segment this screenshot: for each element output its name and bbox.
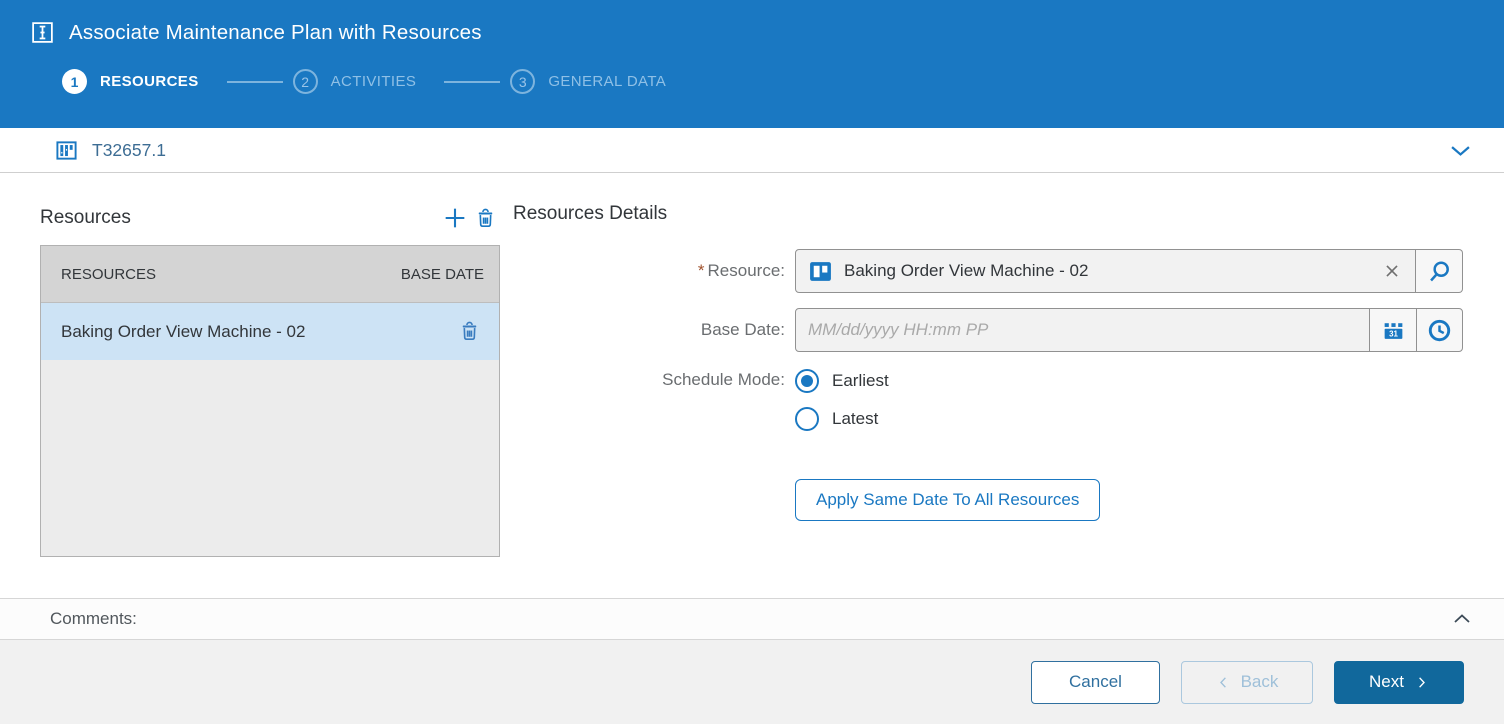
- clear-resource-icon[interactable]: [1381, 260, 1403, 282]
- calendar-picker-button[interactable]: 31: [1370, 308, 1417, 352]
- back-button[interactable]: Back: [1181, 661, 1313, 704]
- step-connector: [444, 81, 500, 83]
- plan-id[interactable]: T32657.1: [92, 140, 166, 161]
- column-header-base-date: BASE DATE: [401, 266, 484, 283]
- step-resources[interactable]: 1 RESOURCES: [62, 69, 199, 94]
- chevron-down-icon[interactable]: [1447, 137, 1474, 164]
- comments-label: Comments:: [50, 609, 137, 629]
- resources-table: RESOURCES BASE DATE Baking Order View Ma…: [40, 245, 500, 557]
- radio-earliest[interactable]: Earliest: [795, 369, 889, 393]
- cancel-button[interactable]: Cancel: [1031, 661, 1160, 704]
- plan-bar: T32657.1: [0, 128, 1504, 173]
- step-label: RESOURCES: [100, 73, 199, 90]
- resources-list-section: Resources: [40, 199, 500, 598]
- dialog-footer: Cancel Back Next: [0, 640, 1504, 724]
- svg-text:31: 31: [1389, 329, 1398, 338]
- comments-bar: Comments:: [0, 598, 1504, 640]
- resource-field-row: *Resource: Baking Order View Machine - 0…: [513, 249, 1463, 293]
- step-general-data[interactable]: 3 GENERAL DATA: [510, 69, 666, 94]
- dialog-header: Associate Maintenance Plan with Resource…: [0, 0, 1504, 128]
- details-title: Resources Details: [513, 203, 1463, 225]
- page-title: Associate Maintenance Plan with Resource…: [69, 21, 482, 45]
- main-content: Resources: [0, 173, 1504, 598]
- row-delete-button[interactable]: [454, 317, 484, 347]
- step-connector: [227, 81, 283, 83]
- step-number: 2: [293, 69, 318, 94]
- base-date-field-row: Base Date: 31: [513, 308, 1463, 352]
- delete-resource-button[interactable]: [470, 203, 500, 233]
- plan-chart-icon: [55, 139, 78, 162]
- resource-value: Baking Order View Machine - 02: [844, 261, 1370, 281]
- step-label: ACTIVITIES: [331, 73, 417, 90]
- column-header-resources: RESOURCES: [61, 266, 401, 283]
- radio-earliest-circle[interactable]: [795, 369, 819, 393]
- base-date-input[interactable]: [795, 308, 1370, 352]
- chevron-up-icon[interactable]: [1450, 607, 1474, 631]
- chevron-left-icon: [1216, 675, 1231, 690]
- time-picker-button[interactable]: [1416, 308, 1463, 352]
- base-date-label: Base Date:: [513, 320, 795, 340]
- radio-latest-circle[interactable]: [795, 407, 819, 431]
- step-label: GENERAL DATA: [548, 73, 666, 90]
- required-marker: *: [698, 261, 705, 280]
- resource-label: *Resource:: [513, 261, 795, 281]
- resource-input[interactable]: Baking Order View Machine - 02: [795, 249, 1416, 293]
- add-resource-button[interactable]: [440, 203, 470, 233]
- schedule-mode-label: Schedule Mode:: [513, 367, 795, 390]
- resources-panel-title: Resources: [40, 207, 440, 229]
- wizard-stepper: 1 RESOURCES 2 ACTIVITIES 3 GENERAL DATA: [62, 69, 1504, 94]
- apply-same-date-button[interactable]: Apply Same Date To All Resources: [795, 479, 1100, 521]
- table-row[interactable]: Baking Order View Machine - 02: [41, 303, 499, 360]
- next-button[interactable]: Next: [1334, 661, 1464, 704]
- resource-row-name: Baking Order View Machine - 02: [61, 322, 454, 342]
- resource-search-button[interactable]: [1416, 249, 1463, 293]
- associate-maintenance-plan-dialog: Associate Maintenance Plan with Resource…: [0, 0, 1504, 724]
- radio-latest[interactable]: Latest: [795, 407, 889, 431]
- chevron-right-icon: [1414, 675, 1429, 690]
- resources-details-section: Resources Details *Resource: Baking Or: [500, 199, 1463, 598]
- maintenance-plan-icon: [30, 20, 55, 45]
- schedule-mode-options: Earliest Latest: [795, 367, 889, 431]
- resource-type-icon: [808, 259, 833, 284]
- step-number: 1: [62, 69, 87, 94]
- resources-table-header: RESOURCES BASE DATE: [41, 246, 499, 303]
- step-activities[interactable]: 2 ACTIVITIES: [293, 69, 417, 94]
- schedule-mode-row: Schedule Mode: Earliest Latest: [513, 367, 1463, 431]
- step-number: 3: [510, 69, 535, 94]
